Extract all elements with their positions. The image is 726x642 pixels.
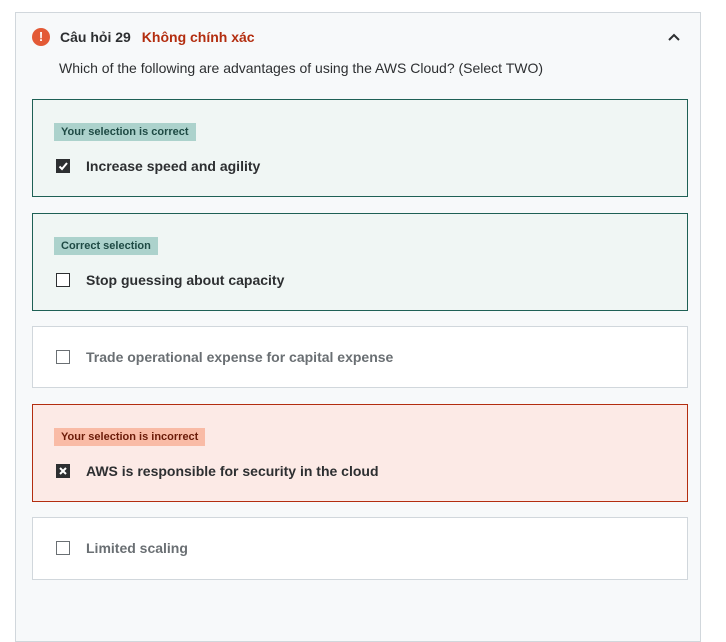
checkbox[interactable] [56,273,70,287]
option-row: Limited scaling [56,540,188,556]
question-text: Which of the following are advantages of… [59,60,544,76]
selection-badge: Correct selection [54,237,158,255]
option-label: Limited scaling [86,540,188,556]
checkbox-checked[interactable] [56,464,70,478]
option-label: Stop guessing about capacity [86,272,285,288]
option-label: Increase speed and agility [86,158,261,174]
option-row: Increase speed and agility [56,158,260,174]
checkbox[interactable] [56,350,70,364]
selection-badge: Your selection is incorrect [54,428,206,446]
error-icon: ! [32,28,50,46]
option-label: Trade operational expense for capital ex… [86,349,394,365]
answer-option[interactable]: Limited scaling [32,517,688,580]
answer-option[interactable]: Your selection is incorrect AWS is respo… [32,404,688,502]
check-icon [58,162,68,171]
option-row: Trade operational expense for capital ex… [56,349,393,365]
answer-option[interactable]: Correct selection Stop guessing about ca… [32,213,688,311]
chevron-up-icon [668,33,680,41]
option-row: AWS is responsible for security in the c… [56,463,379,479]
answer-option[interactable]: Trade operational expense for capital ex… [32,326,688,388]
selection-badge: Your selection is correct [54,123,196,141]
question-panel: ! Câu hỏi 29 Không chính xác Which of th… [15,12,701,642]
option-label: AWS is responsible for security in the c… [86,463,379,479]
option-row: Stop guessing about capacity [56,272,284,288]
checkbox-checked[interactable] [56,159,70,173]
result-status: Không chính xác [141,29,255,45]
question-number: Câu hỏi 29 [60,29,131,45]
x-mark-icon [59,467,67,475]
answer-option[interactable]: Your selection is correct Increase speed… [32,99,688,197]
collapse-button[interactable] [664,27,684,47]
checkbox[interactable] [56,541,70,555]
question-header: ! Câu hỏi 29 Không chính xác [32,27,690,47]
